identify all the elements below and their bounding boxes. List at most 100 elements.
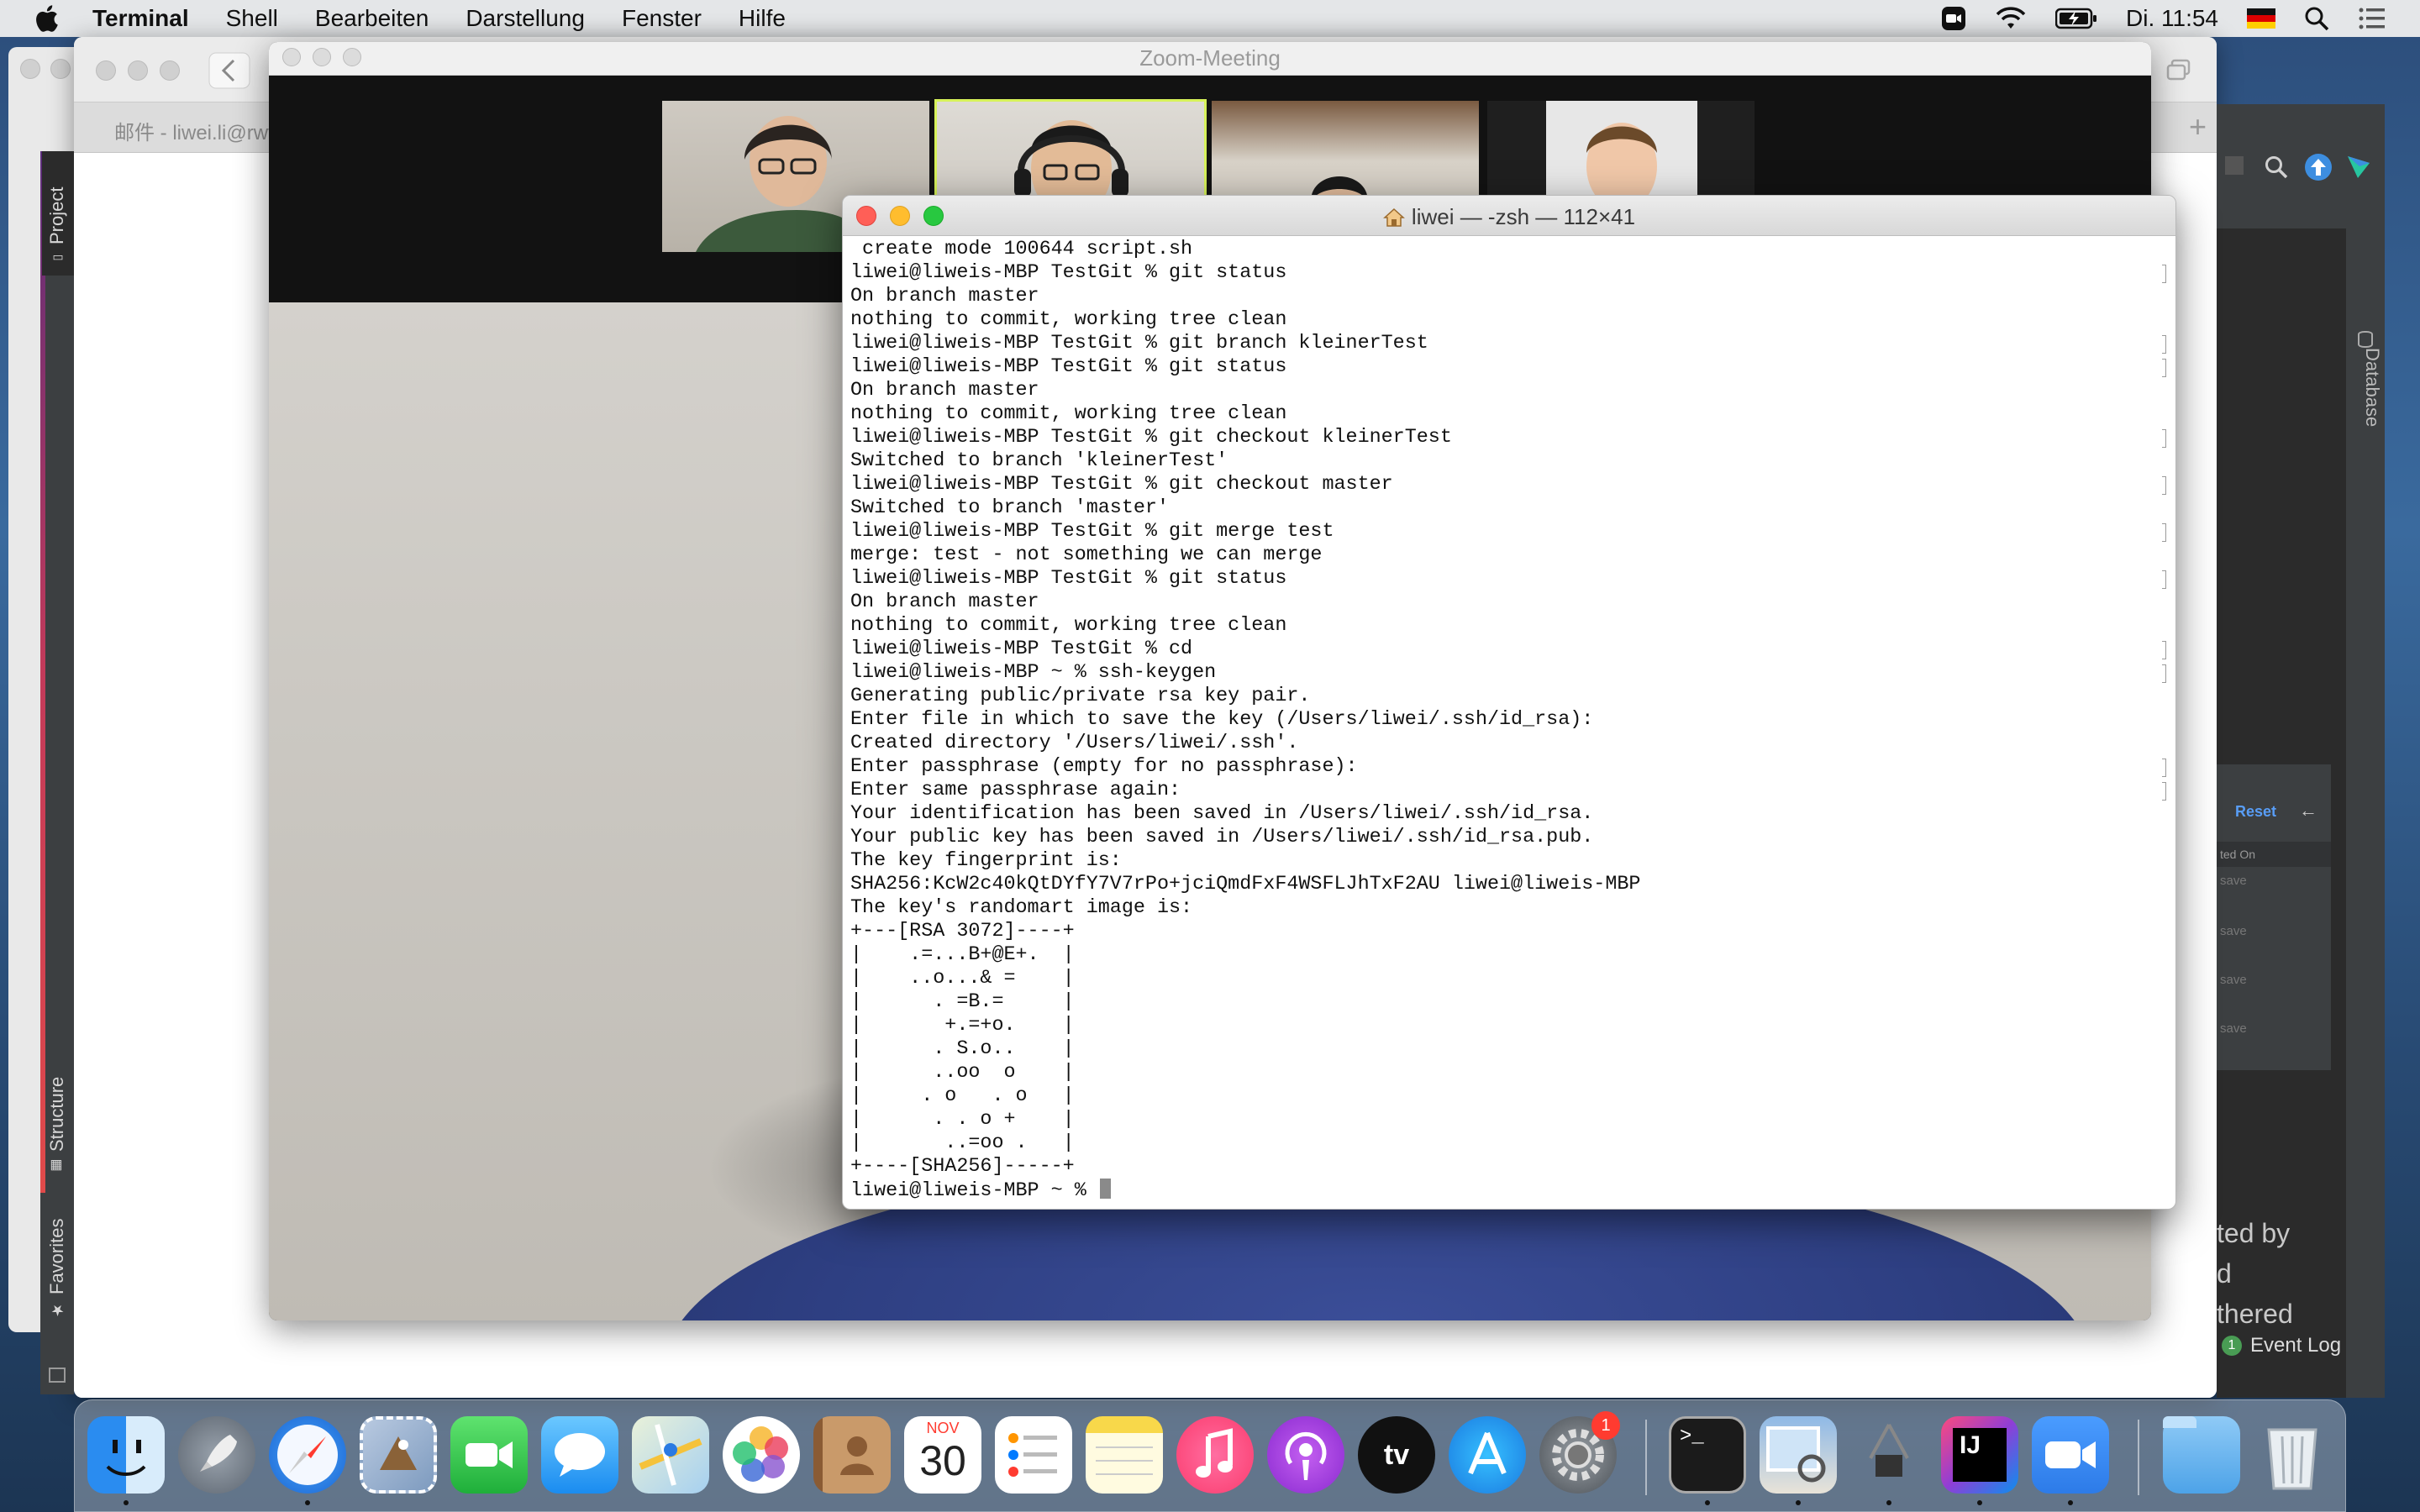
terminal-line: liwei@liweis-MBP TestGit % cd	[850, 638, 2170, 661]
launchpad-icon[interactable]	[178, 1416, 255, 1494]
tv-icon[interactable]: tv	[1358, 1416, 1435, 1494]
terminal-line: | . . o + |	[850, 1109, 1075, 1131]
terminal-window: liwei — -zsh — 112×41 create mode 100644…	[842, 195, 2176, 1210]
event-log-label: Event Log	[2250, 1334, 2342, 1357]
zoom-icon[interactable]	[2032, 1416, 2109, 1494]
terminal-titlebar[interactable]: liwei — -zsh — 112×41	[843, 196, 2175, 236]
terminal-line: The key fingerprint is:	[850, 850, 1122, 872]
terminal-line: Generating public/private rsa key pair.	[850, 685, 1311, 707]
intellij-accent-bar	[40, 151, 45, 1193]
dock-separator	[2138, 1420, 2139, 1495]
menu-bearbeiten[interactable]: Bearbeiten	[315, 5, 429, 32]
toolbar-dropdown[interactable]	[2225, 156, 2244, 175]
update-icon[interactable]	[2304, 153, 2333, 181]
tv-label: tv	[1383, 1438, 1410, 1471]
downloads-folder-icon[interactable]	[2163, 1416, 2240, 1494]
tab-database[interactable]: Database	[2346, 348, 2383, 427]
podcasts-icon[interactable]	[1267, 1416, 1344, 1494]
tab-project[interactable]: ▭ Project	[40, 163, 74, 289]
calendar-day: 30	[919, 1437, 966, 1484]
terminal-line: Switched to branch 'kleinerTest'	[850, 450, 1228, 472]
menu-shell[interactable]: Shell	[226, 5, 278, 32]
back-chevron-icon[interactable]	[208, 52, 250, 89]
toolbox-icon[interactable]	[2344, 153, 2373, 181]
tab-structure[interactable]: ▦ Structure	[40, 1042, 74, 1210]
system-information-icon[interactable]	[1850, 1416, 1928, 1494]
star-icon: ★	[49, 1300, 66, 1319]
zoom-status-icon[interactable]	[1941, 6, 1966, 31]
notes-icon[interactable]	[1086, 1416, 1163, 1494]
menu-fenster[interactable]: Fenster	[622, 5, 702, 32]
terminal-line: liwei@liweis-MBP TestGit % git checkout …	[850, 426, 2170, 449]
history-row: save	[2220, 874, 2247, 888]
terminal-line: create mode 100644 script.sh	[850, 239, 1193, 260]
terminal-line: Enter file in which to save the key (/Us…	[850, 709, 1594, 731]
mail-close-button[interactable]	[96, 60, 116, 81]
safari-icon[interactable]	[269, 1416, 346, 1494]
structure-icon: ▦	[50, 1158, 65, 1175]
tab-favorites[interactable]: ★ Favorites	[40, 1193, 74, 1344]
wifi-icon[interactable]	[1995, 6, 2027, 31]
faint-text: ted by	[2217, 1218, 2291, 1248]
event-log-button[interactable]: 1 Event Log	[2222, 1334, 2341, 1357]
calendar-icon[interactable]: NOV 30	[904, 1416, 981, 1494]
broadcast-glyph	[1285, 1431, 1327, 1480]
mail-tab[interactable]: 邮件 - liwei.li@rwt	[114, 116, 274, 145]
terminal-line: +----[SHA256]-----+	[850, 1156, 1075, 1178]
prompt-glyph: >_	[1680, 1425, 1704, 1448]
app-store-icon[interactable]	[1449, 1416, 1526, 1494]
music-icon[interactable]	[1176, 1416, 1254, 1494]
menu-darstellung[interactable]: Darstellung	[466, 5, 585, 32]
clock[interactable]: Di. 11:54	[2126, 5, 2218, 32]
terminal-prompt-line[interactable]: liwei@liweis-MBP ~ %	[850, 1179, 2170, 1202]
mail-icon[interactable]	[360, 1416, 437, 1494]
maps-icon[interactable]	[632, 1416, 709, 1494]
window-close-button[interactable]	[20, 59, 40, 79]
speech-bubble-glyph	[555, 1433, 605, 1477]
window-minimize-button[interactable]	[50, 59, 71, 79]
facetime-icon[interactable]	[450, 1416, 528, 1494]
finder-icon[interactable]	[87, 1416, 165, 1494]
intellij-left-tool-stripe: ▭ Project ▦ Structure ★ Favorites	[40, 151, 74, 1394]
reset-button[interactable]: Reset	[2235, 803, 2276, 821]
map-glyph	[639, 1424, 702, 1486]
running-indicator	[1705, 1500, 1710, 1505]
tab-overview-icon[interactable]	[2166, 59, 2191, 82]
contacts-icon[interactable]	[813, 1416, 891, 1494]
german-flag-icon[interactable]	[2247, 8, 2275, 29]
terminal-line: Your identification has been saved in /U…	[850, 803, 1594, 825]
messages-icon[interactable]	[541, 1416, 618, 1494]
battery-icon[interactable]	[2055, 8, 2097, 29]
history-row: save	[2220, 924, 2247, 938]
terminal-output[interactable]: create mode 100644 script.sh liwei@liweis…	[850, 238, 2170, 1207]
mail-zoom-button[interactable]	[160, 60, 180, 81]
search-everywhere-icon[interactable]	[2264, 155, 2289, 180]
new-tab-plus-icon[interactable]: +	[2189, 109, 2207, 144]
terminal-line: On branch master	[850, 380, 1039, 402]
menu-hilfe[interactable]: Hilfe	[739, 5, 786, 32]
terminal-line: liwei@liweis-MBP TestGit % git merge tes…	[850, 520, 2170, 543]
photo-loupe-glyph	[1766, 1426, 1826, 1483]
trash-icon[interactable]	[2254, 1416, 2331, 1494]
note-glyph	[1196, 1428, 1233, 1478]
menu-app-terminal[interactable]: Terminal	[92, 5, 189, 32]
terminal-line: SHA256:KcW2c40kQtDYfY7V7rPo+jciQmdFxF4WS…	[850, 874, 1641, 895]
database-icon	[2358, 331, 2373, 348]
chip-glyph	[1869, 1424, 1909, 1477]
spotlight-search-icon[interactable]	[2304, 6, 2329, 31]
notification-center-icon[interactable]	[2358, 6, 2386, 31]
folder-icon: ▭	[50, 251, 64, 265]
terminal-icon[interactable]: >_	[1669, 1416, 1746, 1494]
photos-icon[interactable]	[723, 1416, 800, 1494]
intellij-icon[interactable]: IJ	[1941, 1416, 2018, 1494]
back-arrow-icon[interactable]: ←	[2299, 800, 2317, 822]
terminal-line: On branch master	[850, 591, 1039, 613]
preview-icon[interactable]	[1760, 1416, 1837, 1494]
mail-minimize-button[interactable]	[128, 60, 148, 81]
reminders-icon[interactable]	[995, 1416, 1072, 1494]
tool-window-toggle-icon[interactable]	[49, 1368, 66, 1383]
terminal-line: | . S.o.. |	[850, 1038, 1075, 1060]
terminal-title: liwei — -zsh — 112×41	[843, 204, 2175, 230]
apple-menu-icon[interactable]	[34, 4, 59, 33]
terminal-line: | . o . o |	[850, 1085, 1075, 1107]
